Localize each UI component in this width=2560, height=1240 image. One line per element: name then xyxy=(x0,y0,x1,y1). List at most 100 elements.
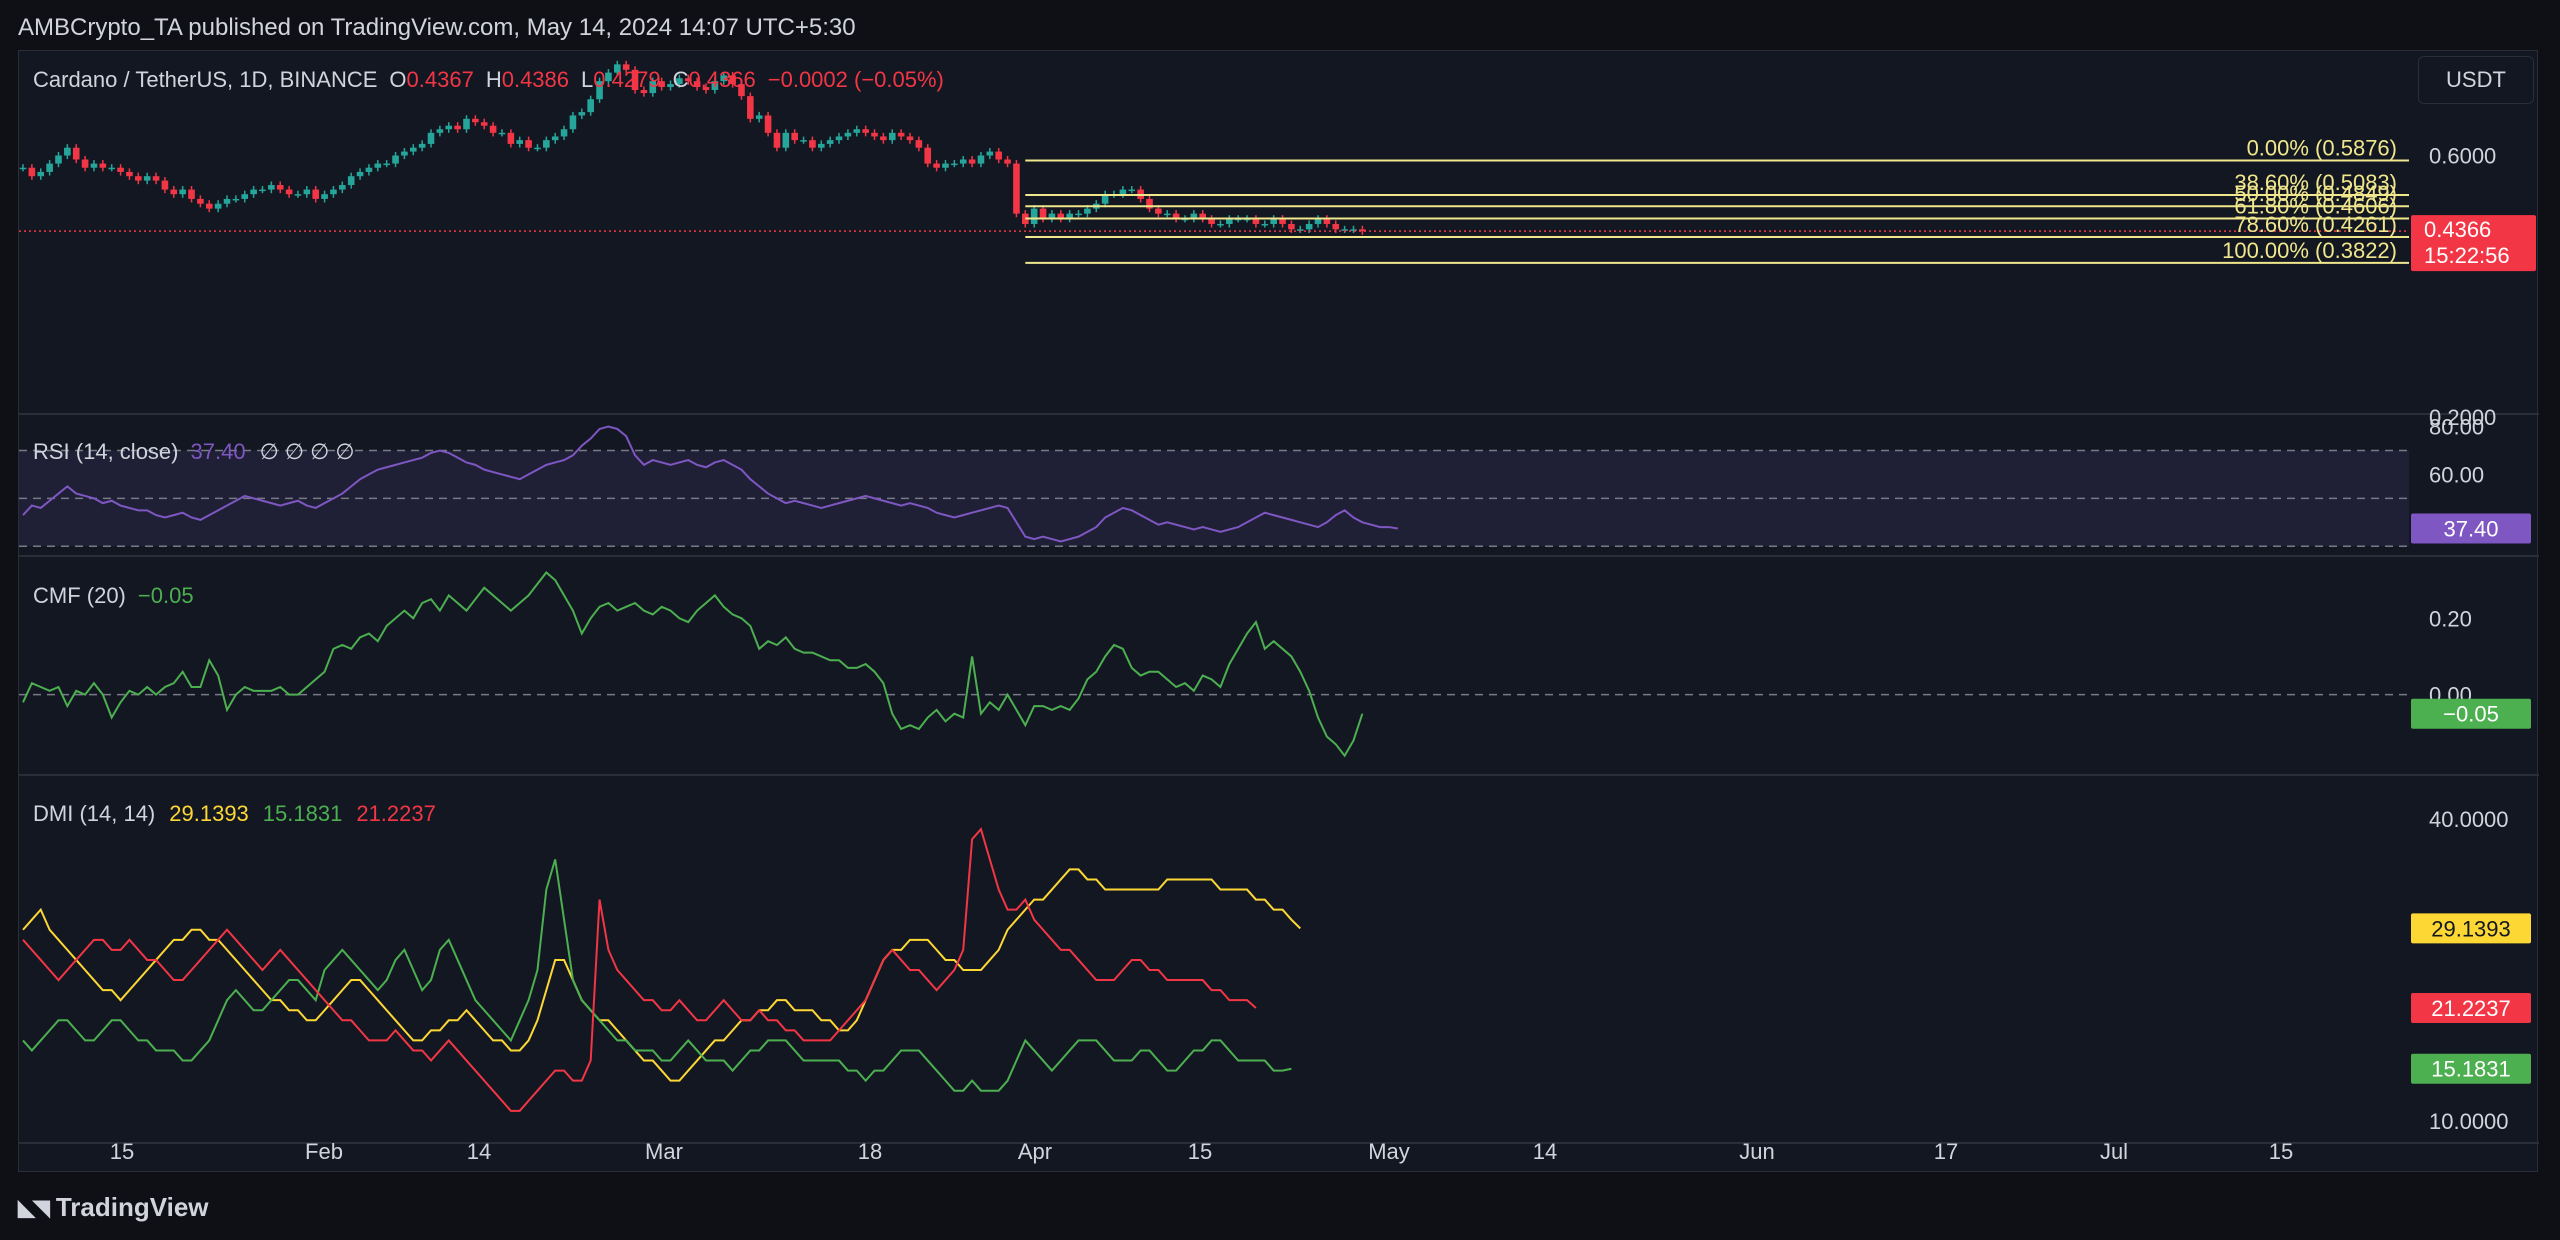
candle-up xyxy=(578,112,586,116)
fib-level-label: 0.00% (0.5876) xyxy=(2247,135,2397,160)
time-axis-label: 15 xyxy=(1188,1139,1212,1164)
candle-up xyxy=(1270,218,1277,224)
candle-down xyxy=(933,163,940,168)
candle-down xyxy=(924,147,932,164)
publish-caption: AMBCrypto_TA published on TradingView.co… xyxy=(18,14,856,41)
candle-up xyxy=(401,151,408,156)
candle-up xyxy=(90,163,98,168)
tradingview-logo[interactable]: ◣◥ TradingView xyxy=(18,1192,209,1223)
candle-down xyxy=(170,189,178,195)
bar-countdown: 15:22:56 xyxy=(2424,243,2510,268)
rsi-value-tag: 37.40 xyxy=(2443,517,2498,542)
candle-up xyxy=(1261,223,1269,226)
candle-up xyxy=(1314,218,1322,224)
rsi-current-value: 37.40 xyxy=(191,439,246,464)
candle-down xyxy=(1252,218,1260,224)
candle-up xyxy=(888,132,896,141)
candle-up xyxy=(303,189,311,195)
candle-up xyxy=(551,136,559,141)
candle-up xyxy=(782,132,790,148)
candle-down xyxy=(880,136,887,141)
dmi-tick-label: 10.0000 xyxy=(2429,1109,2509,1134)
candle-up xyxy=(463,118,470,130)
rsi-tick-label: 60.00 xyxy=(2429,462,2484,487)
candle-down xyxy=(773,132,781,148)
minus-di-current-value: 21.2237 xyxy=(356,801,436,826)
time-axis-label: 18 xyxy=(858,1139,882,1164)
candle-up xyxy=(1030,208,1038,224)
candle-up xyxy=(1226,218,1233,224)
legend-high: 0.4386 xyxy=(502,67,569,92)
candle-down xyxy=(72,147,80,160)
candle-up xyxy=(347,176,355,186)
candle-up xyxy=(250,189,257,195)
candle-up xyxy=(374,163,382,168)
chart-frame[interactable]: 0.6000 0.2000 0.00% (0.5876) 38.60% (0.5083… xyxy=(18,50,2539,1173)
candle-up xyxy=(294,194,302,196)
candle-up xyxy=(330,189,337,195)
minus-di-line xyxy=(22,827,1257,1112)
candle-down xyxy=(1288,223,1295,230)
time-axis-label: May xyxy=(1368,1139,1410,1164)
candle-down xyxy=(99,163,107,168)
candle-up xyxy=(959,159,967,164)
candle-up xyxy=(844,132,852,137)
fib-level-label: 78.60% (0.4261) xyxy=(2234,212,2397,237)
candle-up xyxy=(818,143,825,148)
legend-l-label: L xyxy=(581,67,593,92)
time-axis-label: 14 xyxy=(1533,1139,1557,1164)
candle-up xyxy=(55,155,62,164)
candle-down xyxy=(1004,159,1011,164)
candle-down xyxy=(472,118,479,123)
candle-down xyxy=(489,125,497,133)
candle-down xyxy=(906,136,914,141)
tradingview-icon: ◣◥ xyxy=(18,1194,50,1220)
legend-open: 0.4367 xyxy=(407,67,474,92)
legend-change: −0.0002 (−0.05%) xyxy=(768,67,944,92)
candle-up xyxy=(1075,213,1082,216)
candle-down xyxy=(197,198,204,204)
candle-up xyxy=(835,136,843,141)
adx-line xyxy=(22,868,1301,1082)
candle-up xyxy=(1128,189,1136,192)
candle-up xyxy=(418,143,426,148)
time-axis-label: Apr xyxy=(1018,1139,1052,1164)
legend-h-label: H xyxy=(486,67,502,92)
dmi-tick-label: 40.0000 xyxy=(2429,807,2509,832)
candle-down xyxy=(285,189,293,195)
candle-down xyxy=(1208,218,1215,224)
candle-up xyxy=(1119,189,1127,195)
currency-button[interactable]: USDT xyxy=(2418,56,2534,104)
candle-up xyxy=(37,171,45,177)
candle-down xyxy=(747,96,754,119)
plus-di-current-value: 15.1831 xyxy=(263,801,343,826)
candle-up xyxy=(108,167,115,170)
candle-up xyxy=(1163,213,1171,216)
candle-down xyxy=(1039,208,1047,219)
candle-down xyxy=(1323,218,1331,224)
candle-up xyxy=(223,198,231,204)
candle-down xyxy=(1155,208,1162,214)
candle-up xyxy=(569,115,577,130)
candle-down xyxy=(126,171,133,177)
cmf-line xyxy=(22,571,1364,758)
cmf-current-value: −0.05 xyxy=(138,583,194,608)
candle-up xyxy=(498,132,506,135)
candle-up xyxy=(942,163,949,168)
dmi-title: DMI (14, 14) xyxy=(33,801,155,826)
time-axis-label: Jul xyxy=(2100,1139,2128,1164)
candle-up xyxy=(516,140,524,144)
candle-down xyxy=(1279,218,1286,224)
candle-up xyxy=(392,155,399,164)
chart-svg[interactable]: 0.60000.20000.00% (0.5876)38.60% (0.5083… xyxy=(19,51,2539,1173)
price-tick-label: 0.6000 xyxy=(2429,144,2496,169)
adx-current-value: 29.1393 xyxy=(169,801,249,826)
candle-up xyxy=(1217,223,1224,226)
candle-up xyxy=(241,194,249,199)
candle-up xyxy=(587,99,594,113)
cmf-title: CMF (20) xyxy=(33,583,126,608)
candle-down xyxy=(968,159,976,164)
rsi-title: RSI (14, close) xyxy=(33,439,179,464)
plus-di-line xyxy=(22,859,1292,1092)
candle-down xyxy=(117,167,124,172)
